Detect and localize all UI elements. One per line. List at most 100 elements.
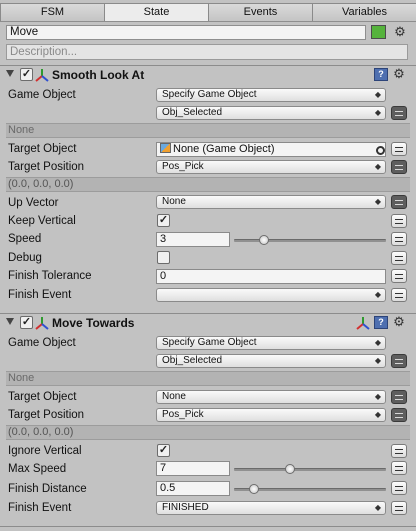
variable-toggle-button[interactable] xyxy=(391,354,407,368)
keep-vertical-checkbox[interactable]: ✓ xyxy=(157,214,170,227)
dropdown-value: Obj_Selected xyxy=(162,355,223,366)
state-color-swatch[interactable] xyxy=(371,25,386,39)
dropdown-arrow-icon: ◆ xyxy=(374,197,381,206)
row-game-object: Game Object Specify Game Object ◆ xyxy=(0,335,416,353)
speed-slider-knob[interactable] xyxy=(259,235,270,245)
dropdown-value: Specify Game Object xyxy=(162,337,257,348)
transform-axes-icon xyxy=(356,317,370,330)
target-position-dropdown[interactable]: Pos_Pick ◆ xyxy=(156,160,386,174)
ignore-vertical-checkbox[interactable]: ✓ xyxy=(157,444,170,457)
field-label: Finish Tolerance xyxy=(8,270,92,282)
debug-checkbox[interactable] xyxy=(157,251,170,264)
max-speed-slider-track[interactable] xyxy=(234,468,386,471)
dropdown-value: None xyxy=(162,391,186,402)
dropdown-value: FINISHED xyxy=(162,502,209,513)
finish-tolerance-field[interactable]: 0 xyxy=(156,269,386,284)
action-header-move-towards: ✓ Move Towards ? ⚙ xyxy=(0,314,416,333)
row-finish-event: Finish Event ◆ xyxy=(0,287,416,305)
row-target-object: Target Object None (Game Object) xyxy=(0,141,416,159)
finish-distance-slider-knob[interactable] xyxy=(248,484,259,494)
variable-toggle-button[interactable] xyxy=(391,408,407,422)
help-icon[interactable]: ? xyxy=(374,68,388,81)
foldout-arrow-icon[interactable] xyxy=(6,70,14,77)
field-label: Ignore Vertical xyxy=(8,445,82,457)
variable-toggle-button[interactable] xyxy=(391,390,407,404)
tab-events[interactable]: Events xyxy=(208,3,313,21)
field-label: Target Position xyxy=(8,409,85,421)
vector-readout: (0.0, 0.0, 0.0) xyxy=(6,177,410,192)
help-icon[interactable]: ? xyxy=(374,316,388,329)
target-position-dropdown[interactable]: Pos_Pick ◆ xyxy=(156,408,386,422)
finish-distance-field[interactable]: 0.5 xyxy=(156,481,230,496)
field-label: Debug xyxy=(8,252,42,264)
gear-icon[interactable]: ⚙ xyxy=(391,315,407,329)
variable-toggle-button[interactable] xyxy=(391,214,407,228)
row-game-object-var: Obj_Selected ◆ xyxy=(0,105,416,123)
variable-toggle-button[interactable] xyxy=(391,501,407,515)
field-label: Target Object xyxy=(8,391,77,403)
dropdown-value: Specify Game Object xyxy=(162,89,257,100)
object-field-value: None (Game Object) xyxy=(173,143,275,155)
max-speed-slider-knob[interactable] xyxy=(285,464,296,474)
row-target-object: Target Object None ◆ xyxy=(0,389,416,407)
field-label: Finish Distance xyxy=(8,483,87,495)
row-max-speed: Max Speed 7 xyxy=(0,461,416,479)
variable-toggle-button[interactable] xyxy=(391,195,407,209)
foldout-arrow-icon[interactable] xyxy=(6,318,14,325)
gear-icon[interactable]: ⚙ xyxy=(392,25,408,39)
action-title: Smooth Look At xyxy=(52,68,145,82)
target-object-dropdown[interactable]: None ◆ xyxy=(156,390,386,404)
action-enabled-checkbox[interactable]: ✓ xyxy=(20,316,33,329)
max-speed-field[interactable]: 7 xyxy=(156,461,230,476)
state-description-field[interactable]: Description... xyxy=(6,44,408,60)
up-vector-dropdown[interactable]: None ◆ xyxy=(156,195,386,209)
variable-toggle-button[interactable] xyxy=(391,142,407,156)
variable-toggle-button[interactable] xyxy=(391,251,407,265)
gear-icon[interactable]: ⚙ xyxy=(391,67,407,81)
field-label: Speed xyxy=(8,233,42,245)
none-field: None xyxy=(6,123,410,138)
variable-toggle-button[interactable] xyxy=(391,232,407,246)
action-header-smooth-look-at: ✓ Smooth Look At ? ⚙ xyxy=(0,66,416,85)
row-finish-distance: Finish Distance 0.5 xyxy=(0,481,416,499)
row-target-position: Target Position Pos_Pick ◆ xyxy=(0,407,416,425)
variable-toggle-button[interactable] xyxy=(391,160,407,174)
none-field: None xyxy=(6,371,410,386)
divider xyxy=(0,526,416,527)
variable-toggle-button[interactable] xyxy=(391,288,407,302)
row-finish-event: Finish Event FINISHED ◆ xyxy=(0,500,416,518)
dropdown-arrow-icon: ◆ xyxy=(374,90,381,99)
variable-toggle-button[interactable] xyxy=(391,269,407,283)
finish-event-dropdown[interactable]: ◆ xyxy=(156,288,386,302)
game-object-variable-dropdown[interactable]: Obj_Selected ◆ xyxy=(156,354,386,368)
speed-slider-track[interactable] xyxy=(234,239,386,242)
dropdown-arrow-icon: ◆ xyxy=(374,392,381,401)
row-debug: Debug xyxy=(0,250,416,268)
field-label: Finish Event xyxy=(8,502,72,514)
row-ignore-vertical: Ignore Vertical ✓ xyxy=(0,443,416,461)
field-label: Target Object xyxy=(8,143,77,155)
state-name-field[interactable]: Move xyxy=(6,25,366,40)
variable-toggle-button[interactable] xyxy=(391,481,407,495)
dropdown-arrow-icon: ◆ xyxy=(374,356,381,365)
game-object-variable-dropdown[interactable]: Obj_Selected ◆ xyxy=(156,106,386,120)
game-object-mode-dropdown[interactable]: Specify Game Object ◆ xyxy=(156,88,386,102)
object-picker-icon[interactable] xyxy=(376,146,385,155)
tab-state[interactable]: State xyxy=(104,3,209,21)
dropdown-arrow-icon: ◆ xyxy=(374,410,381,419)
dropdown-arrow-icon: ◆ xyxy=(374,503,381,512)
tab-variables[interactable]: Variables xyxy=(312,3,416,21)
dropdown-value: Obj_Selected xyxy=(162,107,223,118)
variable-toggle-button[interactable] xyxy=(391,444,407,458)
variable-toggle-button[interactable] xyxy=(391,106,407,120)
row-target-position: Target Position Pos_Pick ◆ xyxy=(0,159,416,177)
target-object-field[interactable]: None (Game Object) xyxy=(156,142,386,157)
speed-field[interactable]: 3 xyxy=(156,232,230,247)
variable-toggle-button[interactable] xyxy=(391,461,407,475)
dropdown-arrow-icon: ◆ xyxy=(374,108,381,117)
action-enabled-checkbox[interactable]: ✓ xyxy=(20,68,33,81)
finish-event-dropdown[interactable]: FINISHED ◆ xyxy=(156,501,386,515)
tab-fsm[interactable]: FSM xyxy=(0,3,105,21)
game-object-mode-dropdown[interactable]: Specify Game Object ◆ xyxy=(156,336,386,350)
dropdown-arrow-icon: ◆ xyxy=(374,338,381,347)
